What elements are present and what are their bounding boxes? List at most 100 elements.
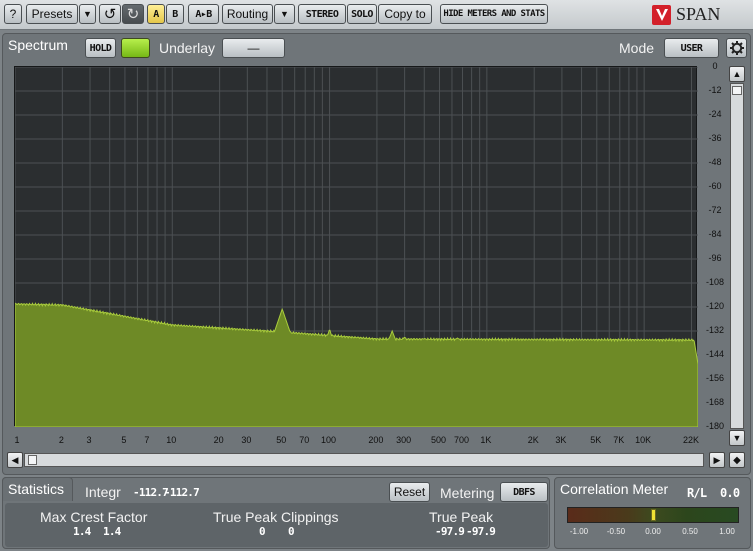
true-peak-right-value: -97.9: [466, 525, 496, 538]
correlation-tick-label: 0.00: [645, 527, 661, 536]
x-tick-label: 22K: [682, 435, 700, 445]
copy-to-button[interactable]: Copy to: [378, 4, 432, 24]
y-tick-label: -60: [708, 181, 722, 191]
spectrum-plot[interactable]: [14, 66, 698, 427]
underlay-dropdown[interactable]: —: [222, 38, 285, 58]
max-crest-label: Max Crest Factor: [40, 509, 148, 525]
x-tick-label: 100: [321, 435, 337, 445]
y-tick-label: -120: [705, 301, 724, 311]
correlation-tick-label: -0.50: [606, 527, 626, 536]
x-tick-label: 200: [368, 435, 384, 445]
x-tick-label: 2K: [527, 435, 539, 445]
reset-button[interactable]: Reset: [389, 482, 430, 502]
preset-b-button[interactable]: B: [166, 4, 184, 24]
y-tick-label: -108: [705, 277, 724, 287]
correlation-tick-label: -1.00: [569, 527, 589, 536]
x-tick-label: 1K: [480, 435, 492, 445]
stereo-button[interactable]: STEREO: [298, 4, 346, 24]
x-tick-label: 1: [14, 435, 20, 445]
correlation-channel-label: R/L: [687, 486, 707, 500]
y-tick-label: -24: [708, 109, 722, 119]
toolbar: ? Presets ▼ ↺ ↻ A B A▸B Routing ▼ STEREO…: [0, 0, 753, 30]
routing-button[interactable]: Routing: [222, 4, 273, 24]
x-tick-label: 5K: [590, 435, 602, 445]
undo-icon[interactable]: ↺: [99, 4, 121, 24]
spectrum-curve: [15, 302, 698, 427]
x-tick-label: 7: [144, 435, 150, 445]
horizontal-scroll-thumb[interactable]: [28, 455, 37, 465]
hide-meters-button[interactable]: HIDE METERS AND STATS: [440, 4, 548, 24]
correlation-tick-label: 0.50: [682, 527, 698, 536]
x-tick-label: 300: [396, 435, 412, 445]
clippings-right-value: 0: [288, 525, 295, 538]
correlation-tick-label: 1.00: [719, 527, 735, 536]
horizontal-scrollbar[interactable]: [24, 453, 704, 467]
y-tick-label: -72: [708, 205, 722, 215]
hold-led[interactable]: [121, 38, 150, 58]
metering-dropdown[interactable]: DBFS: [500, 482, 548, 502]
x-tick-label: 500: [430, 435, 447, 445]
y-tick-label: -12: [708, 85, 722, 95]
y-tick-label: -36: [708, 133, 722, 143]
true-peak-left-value: -97.9: [435, 525, 465, 538]
y-tick-label: -48: [708, 157, 722, 167]
y-tick-label: -144: [705, 349, 724, 359]
y-tick-label: -168: [705, 397, 724, 407]
brand-name: SPAN: [676, 4, 721, 24]
true-peak-clippings-label: True Peak Clippings: [213, 509, 339, 525]
underlay-label: Underlay: [159, 40, 216, 56]
vertical-scroll-thumb[interactable]: [732, 86, 742, 95]
brand-logo-icon: [652, 5, 671, 25]
y-tick-label: -156: [705, 373, 724, 383]
scroll-up-icon[interactable]: ▲: [729, 66, 745, 82]
y-tick-label: -84: [708, 229, 722, 239]
correlation-meter-bar: [567, 507, 739, 523]
x-tick-label: 700: [453, 435, 469, 445]
spectrum-title: Spectrum: [8, 37, 68, 53]
metering-label: Metering: [440, 485, 495, 501]
true-peak-label: True Peak: [429, 509, 494, 525]
x-tick-label: 50: [276, 435, 287, 445]
vertical-scrollbar[interactable]: [730, 83, 744, 429]
x-tick-label: 5: [121, 435, 127, 445]
scroll-right-icon[interactable]: ▶: [709, 452, 725, 468]
solo-button[interactable]: SOLO: [347, 4, 377, 24]
routing-dropdown-icon[interactable]: ▼: [274, 4, 295, 24]
y-tick-label: -132: [705, 325, 724, 335]
x-tick-label: 10K: [635, 435, 652, 445]
max-crest-left-value: 1.4: [73, 525, 91, 538]
correlation-marker: [651, 509, 656, 521]
x-tick-label: 10: [166, 435, 177, 445]
zoom-reset-icon[interactable]: ◆: [729, 452, 745, 468]
integr-right-value: -112.7: [164, 486, 200, 499]
presets-dropdown-icon[interactable]: ▼: [79, 4, 96, 24]
x-tick-label: 70: [299, 435, 310, 445]
hold-button[interactable]: HOLD: [85, 38, 116, 58]
integr-label: Integr: [85, 484, 121, 500]
x-tick-label: 20: [213, 435, 224, 445]
presets-button[interactable]: Presets: [26, 4, 78, 24]
help-button[interactable]: ?: [4, 4, 22, 24]
settings-gear-icon[interactable]: [726, 38, 747, 58]
preset-a-button[interactable]: A: [147, 4, 165, 24]
integr-left-value: -112.7: [133, 486, 169, 499]
x-tick-label: 30: [241, 435, 252, 445]
x-tick-label: 3K: [555, 435, 567, 445]
scroll-left-icon[interactable]: ◀: [7, 452, 23, 468]
correlation-title: Correlation Meter: [560, 481, 669, 497]
correlation-value: 0.0: [720, 486, 740, 500]
statistics-title: Statistics: [8, 481, 65, 497]
scroll-down-icon[interactable]: ▼: [729, 430, 745, 446]
mode-label: Mode: [619, 40, 655, 56]
y-tick-label: -180: [705, 421, 724, 431]
copy-a-to-b-button[interactable]: A▸B: [188, 4, 219, 24]
redo-icon[interactable]: ↻: [122, 4, 144, 24]
y-tick-label: 0: [712, 61, 718, 71]
y-tick-label: -96: [708, 253, 722, 263]
x-tick-label: 3: [86, 435, 92, 445]
mode-dropdown[interactable]: USER: [664, 38, 719, 58]
clippings-left-value: 0: [259, 525, 266, 538]
x-tick-label: 2: [58, 435, 64, 445]
max-crest-right-value: 1.4: [103, 525, 121, 538]
x-tick-label: 7K: [613, 435, 625, 445]
